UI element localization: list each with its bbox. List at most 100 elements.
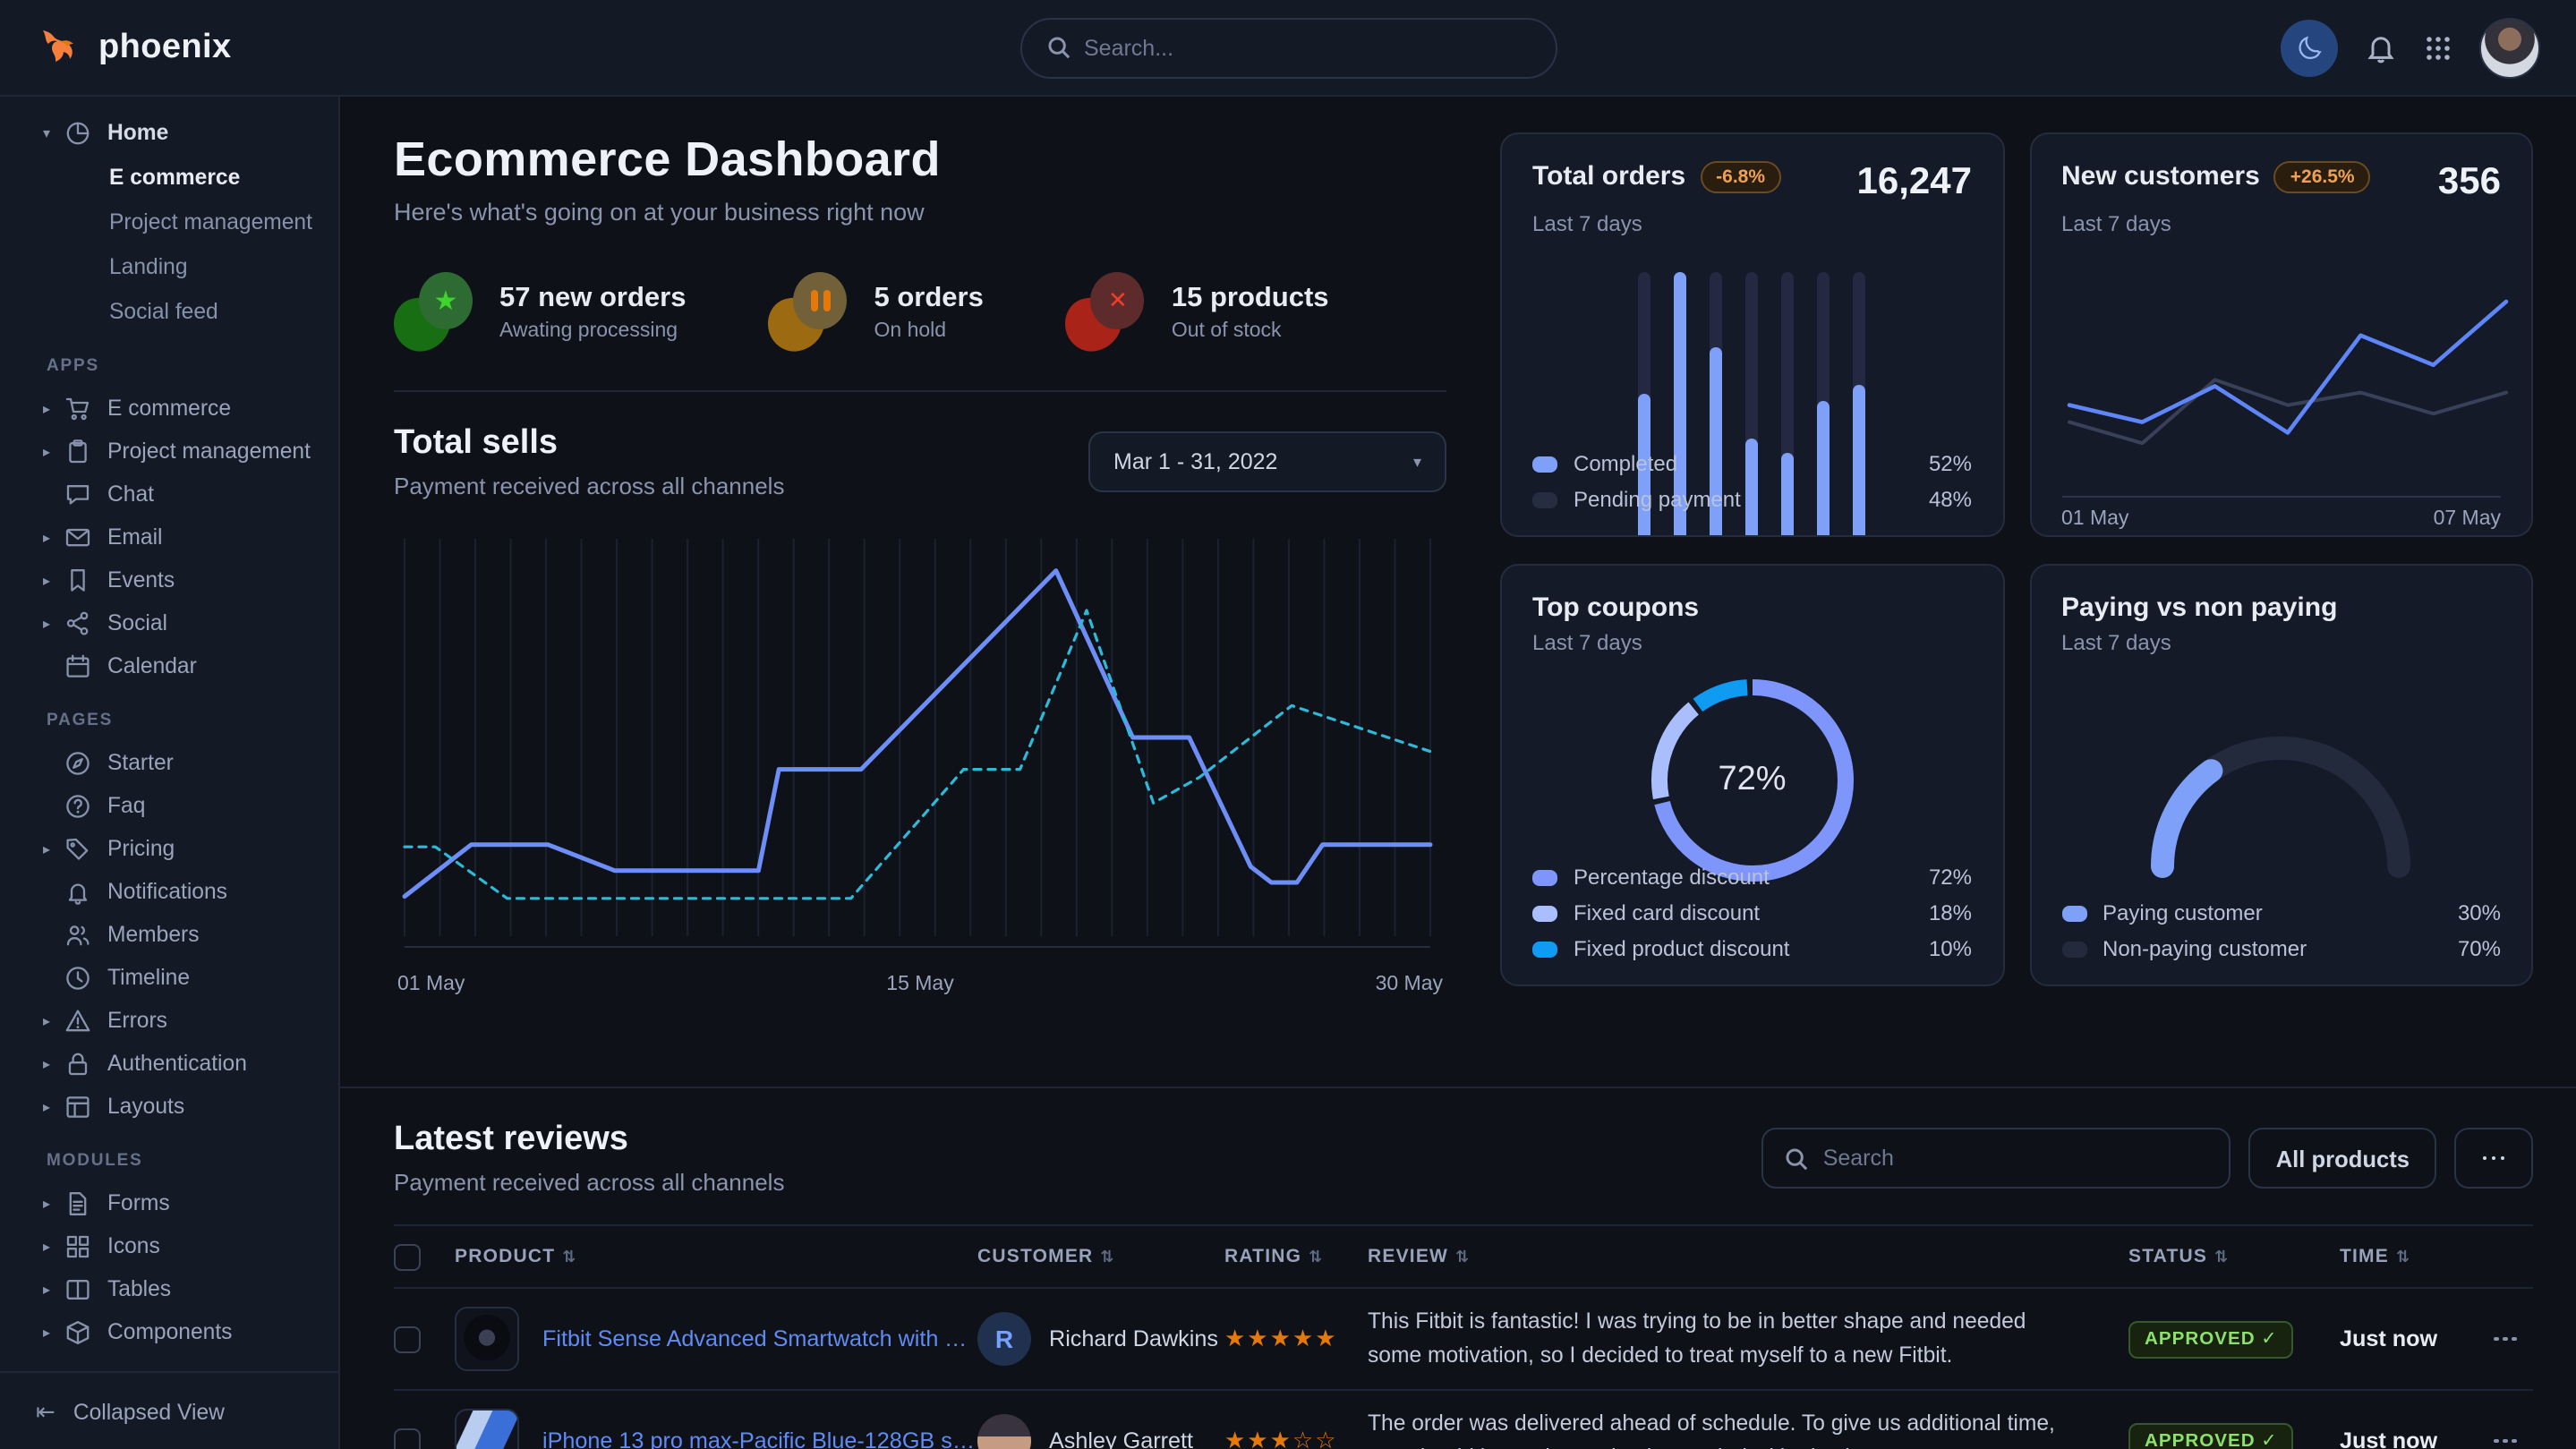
rating-stars: ★★★☆☆ xyxy=(1224,1427,1368,1449)
reviews-search-input[interactable] xyxy=(1823,1146,2208,1171)
legend-dot xyxy=(1532,456,1557,472)
sidebar-item-label: E commerce xyxy=(107,396,231,421)
reviews-search[interactable] xyxy=(1762,1128,2231,1189)
legend-dot xyxy=(1532,869,1557,885)
sidebar-item-errors[interactable]: ▸Errors xyxy=(0,999,338,1042)
sidebar: ▾HomeE commerceProject managementLanding… xyxy=(0,97,340,1449)
sidebar-subitem-social-feed[interactable]: Social feed xyxy=(0,288,338,333)
column-header-status[interactable]: STATUS⇅ xyxy=(2128,1246,2340,1267)
sidebar-item-project-management[interactable]: ▸Project management xyxy=(0,430,338,473)
select-all-checkbox[interactable] xyxy=(394,1243,421,1270)
brand[interactable]: phoenix xyxy=(36,24,232,71)
collapse-left-icon: ⇤ xyxy=(36,1397,55,1426)
sidebar-item-home[interactable]: ▾Home xyxy=(0,111,338,154)
sidebar-item-pricing[interactable]: ▸Pricing xyxy=(0,827,338,870)
sidebar-item-events[interactable]: ▸Events xyxy=(0,558,338,601)
sidebar-item-email[interactable]: ▸Email xyxy=(0,516,338,558)
product-thumbnail[interactable] xyxy=(455,1307,519,1371)
apps-menu-button[interactable] xyxy=(2424,33,2452,62)
row-checkbox[interactable] xyxy=(394,1325,421,1352)
sidebar-item-calendar[interactable]: Calendar xyxy=(0,644,338,687)
sidebar-item-authentication[interactable]: ▸Authentication xyxy=(0,1042,338,1085)
column-header-rating[interactable]: RATING⇅ xyxy=(1224,1246,1368,1267)
chevron-right-icon: ▸ xyxy=(43,529,64,545)
date-range-select[interactable]: Mar 1 - 31, 2022 ▾ xyxy=(1088,431,1446,492)
review-text: The order was delivered ahead of schedul… xyxy=(1368,1407,2128,1449)
column-header-time[interactable]: TIME⇅ xyxy=(2340,1246,2494,1267)
star-icon: ★ xyxy=(394,272,476,351)
sidebar-subitem-label: Project management xyxy=(109,209,312,234)
table-row: iPhone 13 pro max-Pacific Blue-128GB sto… xyxy=(394,1391,2533,1449)
sidebar-item-social[interactable]: ▸Social xyxy=(0,601,338,644)
product-link[interactable]: Fitbit Sense Advanced Smartwatch with To… xyxy=(542,1326,977,1351)
column-header-product[interactable]: PRODUCT⇅ xyxy=(455,1246,977,1267)
product-link[interactable]: iPhone 13 pro max-Pacific Blue-128GB sto… xyxy=(542,1428,977,1449)
latest-reviews-header: Latest reviews Payment received across a… xyxy=(394,1121,2533,1196)
sidebar-item-members[interactable]: Members xyxy=(0,913,338,956)
sidebar-item-timeline[interactable]: Timeline xyxy=(0,956,338,999)
rating-stars: ★★★★★ xyxy=(1224,1325,1368,1353)
lock-icon xyxy=(64,1050,91,1077)
customer-cell: Ashley Garrett xyxy=(977,1414,1224,1449)
chevron-right-icon: ▸ xyxy=(43,840,64,857)
sidebar-item-label: Events xyxy=(107,567,175,592)
users-icon xyxy=(64,921,91,948)
sidebar-item-components[interactable]: ▸Components xyxy=(0,1310,338,1353)
sidebar-item-notifications[interactable]: Notifications xyxy=(0,870,338,913)
collapsed-view-toggle[interactable]: ⇤ Collapsed View xyxy=(0,1371,338,1449)
all-products-button[interactable]: All products xyxy=(2249,1128,2436,1189)
global-search[interactable] xyxy=(1019,17,1557,78)
theme-toggle-button[interactable] xyxy=(2281,19,2338,76)
stat-text: 5 ordersOn hold xyxy=(874,282,984,341)
chevron-down-icon: ▾ xyxy=(43,124,64,141)
legend-label: Fixed product discount xyxy=(1574,936,1789,961)
user-avatar[interactable] xyxy=(2479,17,2540,78)
sidebar-subitem-landing[interactable]: Landing xyxy=(0,243,338,288)
column-header-label: STATUS xyxy=(2128,1246,2207,1267)
x-axis-label: 01 May xyxy=(2061,508,2128,530)
sidebar-item-starter[interactable]: Starter xyxy=(0,741,338,784)
global-search-input[interactable] xyxy=(1084,35,1530,60)
page-title: Ecommerce Dashboard xyxy=(394,132,1446,188)
sidebar-item-chat[interactable]: Chat xyxy=(0,473,338,516)
total-sells-title: Total sells xyxy=(394,424,784,464)
total-sells-titles: Total sells Payment received across all … xyxy=(394,424,784,499)
reviews-more-button[interactable] xyxy=(2454,1128,2533,1189)
sidebar-subitem-e-commerce[interactable]: E commerce xyxy=(0,154,338,199)
notifications-button[interactable] xyxy=(2365,31,2397,64)
column-header-label: PRODUCT xyxy=(455,1246,555,1267)
top-coupons-card: Top coupons Last 7 days 72% Percentage d… xyxy=(1500,564,2004,986)
top-coupons-legend: Percentage discount72%Fixed card discoun… xyxy=(1532,854,1972,961)
column-header-customer[interactable]: CUSTOMER⇅ xyxy=(977,1246,1224,1267)
top-coupons-title: Top coupons xyxy=(1532,592,1972,623)
stat-badge-circle xyxy=(794,272,848,329)
status-cell: APPROVED ✓ xyxy=(2128,1320,2340,1358)
page-subtitle: Here's what's going on at your business … xyxy=(394,199,1446,226)
sidebar-item-icons[interactable]: ▸Icons xyxy=(0,1224,338,1267)
row-more-icon[interactable] xyxy=(2494,1337,2533,1342)
help-icon xyxy=(64,792,91,819)
sidebar-subitem-project-management[interactable]: Project management xyxy=(0,199,338,243)
dashboard-top-section: Ecommerce Dashboard Here's what's going … xyxy=(340,97,2576,1088)
sidebar-item-tables[interactable]: ▸Tables xyxy=(0,1267,338,1310)
total-orders-period: Last 7 days xyxy=(1532,211,1972,236)
stat-subtitle: Out of stock xyxy=(1172,320,1329,341)
dots-horizontal-icon xyxy=(2483,1156,2487,1161)
sidebar-item-e-commerce[interactable]: ▸E commerce xyxy=(0,387,338,430)
paying-gauge xyxy=(2061,716,2501,881)
sidebar-item-faq[interactable]: Faq xyxy=(0,784,338,827)
sidebar-item-forms[interactable]: ▸Forms xyxy=(0,1181,338,1224)
apps-grid-icon xyxy=(2424,33,2452,62)
row-more-icon[interactable] xyxy=(2494,1439,2533,1444)
stat-subtitle: On hold xyxy=(874,320,984,341)
sidebar-item-layouts[interactable]: ▸Layouts xyxy=(0,1085,338,1128)
x-axis-label: 15 May xyxy=(886,974,953,995)
legend-label: Non-paying customer xyxy=(2103,936,2307,961)
product-thumbnail[interactable] xyxy=(455,1409,519,1449)
total-orders-head: Total orders -6.8% 16,247 xyxy=(1532,161,1972,204)
review-text: This Fitbit is fantastic! I was trying t… xyxy=(1368,1305,2128,1373)
row-checkbox[interactable] xyxy=(394,1428,421,1449)
customer-name: Ashley Garrett xyxy=(1049,1428,1193,1449)
column-header-review[interactable]: REVIEW⇅ xyxy=(1368,1246,2128,1267)
box-icon xyxy=(64,1318,91,1345)
